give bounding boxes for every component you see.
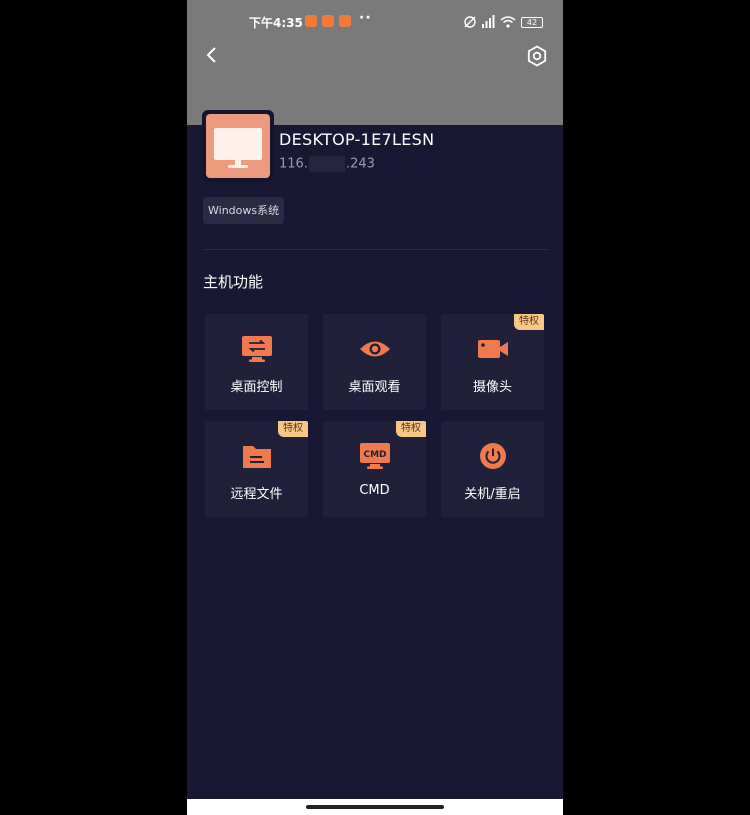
- settings-icon[interactable]: [525, 44, 549, 68]
- tile-label: 远程文件: [230, 487, 283, 502]
- wifi-icon: [500, 16, 516, 28]
- device-name: DESKTOP-1E7LESN: [279, 130, 435, 149]
- phone-screen: 下午4:35 ·· 42 DESKTOP-1E7LESN 116. .243 W…: [187, 0, 563, 815]
- monitor-icon: [214, 128, 262, 168]
- navigation-bar: [187, 799, 563, 815]
- ip-mask: [308, 156, 345, 172]
- tile-label: 桌面控制: [230, 380, 283, 395]
- os-tag: Windows系统: [203, 197, 285, 224]
- tile-label: CMD: [359, 483, 390, 498]
- status-bar: 下午4:35 ··: [187, 10, 563, 32]
- tile-label: 桌面观看: [348, 380, 401, 395]
- video-notification-icon: [322, 15, 334, 27]
- eye-icon: [360, 341, 390, 357]
- tile-cmd[interactable]: 特权 CMD CMD: [323, 421, 426, 517]
- tile-camera[interactable]: 特权 摄像头: [441, 314, 544, 410]
- tile-desktop-control[interactable]: 桌面控制: [205, 314, 308, 410]
- desktop-control-icon: [242, 336, 272, 362]
- ip-suffix: .243: [345, 156, 375, 172]
- privilege-badge: 特权: [514, 314, 544, 330]
- device-avatar: [202, 110, 274, 182]
- camera-icon: [478, 340, 508, 358]
- home-indicator[interactable]: [306, 805, 444, 809]
- back-button[interactable]: [201, 44, 223, 66]
- header: 下午4:35 ·· 42: [187, 0, 563, 125]
- tile-label: 摄像头: [472, 380, 512, 395]
- device-ip: 116. .243: [279, 156, 375, 172]
- more-notifications-icon: ··: [359, 10, 372, 26]
- tile-desktop-view[interactable]: 桌面观看: [323, 314, 426, 410]
- section-title: 主机功能: [203, 273, 264, 291]
- ip-prefix: 116.: [279, 156, 308, 172]
- power-icon: [480, 443, 506, 469]
- status-time: 下午4:35: [249, 16, 303, 30]
- divider: [203, 249, 548, 250]
- folder-icon: [243, 446, 271, 468]
- mi-notification-icon: [339, 15, 351, 27]
- privilege-badge: 特权: [278, 421, 308, 437]
- signal-icon: [482, 15, 495, 28]
- app-notification-icon: [305, 15, 317, 27]
- tile-remote-files[interactable]: 特权 远程文件: [205, 421, 308, 517]
- cmd-icon-text: CMD: [363, 450, 386, 460]
- cmd-icon: CMD: [360, 443, 390, 469]
- tile-power[interactable]: 关机/重启: [441, 421, 544, 517]
- privilege-badge: 特权: [396, 421, 426, 437]
- alarm-off-icon: [464, 16, 476, 28]
- tile-label: 关机/重启: [464, 487, 521, 502]
- battery-icon: 42: [521, 17, 543, 28]
